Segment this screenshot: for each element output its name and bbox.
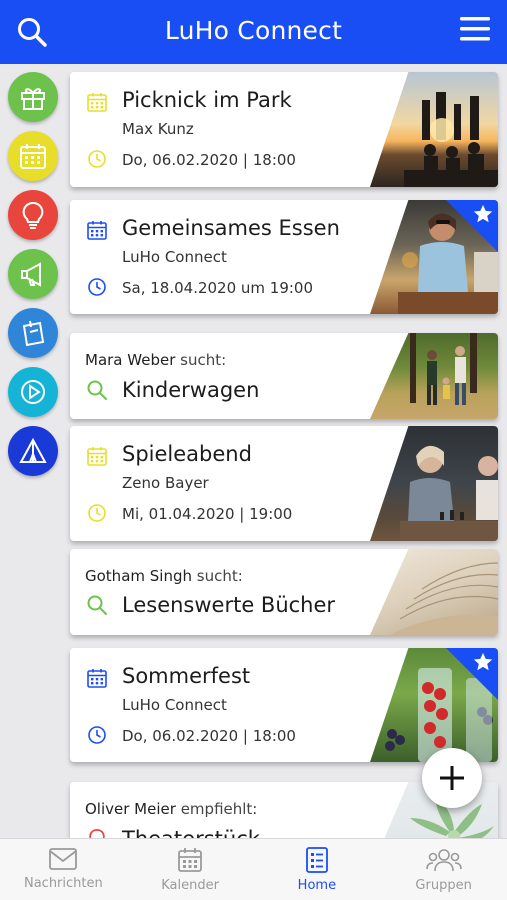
request-verb: sucht: (196, 567, 243, 585)
calendar-icon (20, 144, 46, 169)
tab-home[interactable]: Home (254, 839, 381, 900)
category-ideas-button[interactable] (8, 190, 58, 240)
star-icon (473, 204, 493, 223)
event-title: Picknick im Park (122, 88, 292, 112)
tab-groups[interactable]: Gruppen (380, 839, 507, 900)
tent-icon (19, 437, 47, 463)
requested-item: Kinderwagen (122, 378, 260, 402)
park-family-photo (370, 333, 498, 419)
calendar-icon (178, 848, 203, 872)
add-post-button[interactable] (422, 748, 482, 808)
tab-groups-label: Gruppen (415, 878, 472, 893)
event-card-picnic[interactable]: Picknick im Park Max Kunz Do, 06.02.2020… (70, 72, 498, 187)
feed-list-icon (305, 847, 328, 873)
event-card-summer-party[interactable]: Sommerfest LuHo Connect Do, 06.02.2020 |… (70, 648, 498, 762)
event-card-dinner[interactable]: Gemeinsames Essen LuHo Connect Sa, 18.04… (70, 200, 498, 314)
tab-messages-label: Nachrichten (23, 876, 103, 891)
author-name: Oliver Meier (85, 800, 176, 818)
play-icon (21, 380, 45, 404)
tab-messages[interactable]: Nachrichten (0, 839, 127, 900)
requested-item: Lesenswerte Bücher (122, 593, 336, 617)
megaphone-icon (21, 262, 41, 287)
gift-icon (21, 88, 45, 110)
chess-photo (370, 426, 498, 541)
note-icon (22, 320, 45, 347)
plus-icon (440, 766, 464, 790)
event-organizer: LuHo Connect (122, 696, 227, 714)
tab-calendar[interactable]: Kalender (127, 839, 254, 900)
event-title: Spieleabend (122, 442, 252, 466)
envelope-icon (49, 848, 78, 870)
event-organizer: LuHo Connect (122, 248, 227, 266)
event-organizer: Zeno Bayer (122, 474, 209, 492)
calendar-icon (87, 93, 107, 112)
event-date: Do, 06.02.2020 | 18:00 (122, 151, 296, 169)
menu-button[interactable] (459, 14, 491, 44)
app-header: LuHo Connect (0, 0, 507, 64)
request-verb: sucht: (180, 351, 227, 369)
event-title: Sommerfest (122, 664, 251, 688)
request-author: Gotham Singh sucht: (85, 567, 243, 585)
calendar-icon (87, 669, 107, 688)
hamburger-menu-icon (460, 17, 490, 41)
group-icon (425, 849, 462, 872)
category-gifts-button[interactable] (8, 72, 58, 122)
app-title: LuHo Connect (164, 16, 343, 45)
calendar-icon (87, 221, 107, 240)
search-card-books[interactable]: Gotham Singh sucht: Lesenswerte Bücher (70, 549, 498, 635)
picnic-photo (370, 72, 498, 187)
category-notes-button[interactable] (8, 308, 58, 358)
clock-icon (88, 278, 106, 296)
lightbulb-icon (22, 201, 44, 229)
clock-icon (88, 150, 106, 168)
star-icon (473, 652, 493, 671)
category-shelter-button[interactable] (8, 426, 58, 476)
author-name: Gotham Singh (85, 567, 192, 585)
search-icon (87, 595, 107, 615)
clock-icon (88, 504, 106, 522)
event-organizer: Max Kunz (122, 120, 194, 138)
author-name: Mara Weber (85, 351, 176, 369)
books-photo (370, 549, 498, 635)
event-title: Gemeinsames Essen (122, 216, 340, 240)
tab-calendar-label: Kalender (161, 878, 219, 893)
calendar-icon (87, 447, 107, 466)
request-author: Oliver Meier empfiehlt: (85, 800, 257, 818)
category-media-button[interactable] (8, 367, 58, 417)
search-card-stroller[interactable]: Mara Weber sucht: Kinderwagen (70, 333, 498, 419)
event-date: Mi, 01.04.2020 | 19:00 (122, 505, 293, 523)
category-announcements-button[interactable] (8, 249, 58, 299)
category-events-button[interactable] (8, 131, 58, 181)
search-icon (87, 380, 107, 400)
tab-home-label: Home (297, 878, 337, 893)
bottom-navigation: Nachrichten Kalender Home Gruppen (0, 838, 507, 900)
clock-icon (88, 726, 106, 744)
event-date: Do, 06.02.2020 | 18:00 (122, 727, 296, 745)
event-card-game-night[interactable]: Spieleabend Zeno Bayer Mi, 01.04.2020 | … (70, 426, 498, 541)
category-rail (8, 72, 58, 485)
event-date: Sa, 18.04.2020 um 19:00 (122, 279, 314, 297)
request-author: Mara Weber sucht: (85, 351, 226, 369)
request-verb: empfiehlt: (180, 800, 258, 818)
